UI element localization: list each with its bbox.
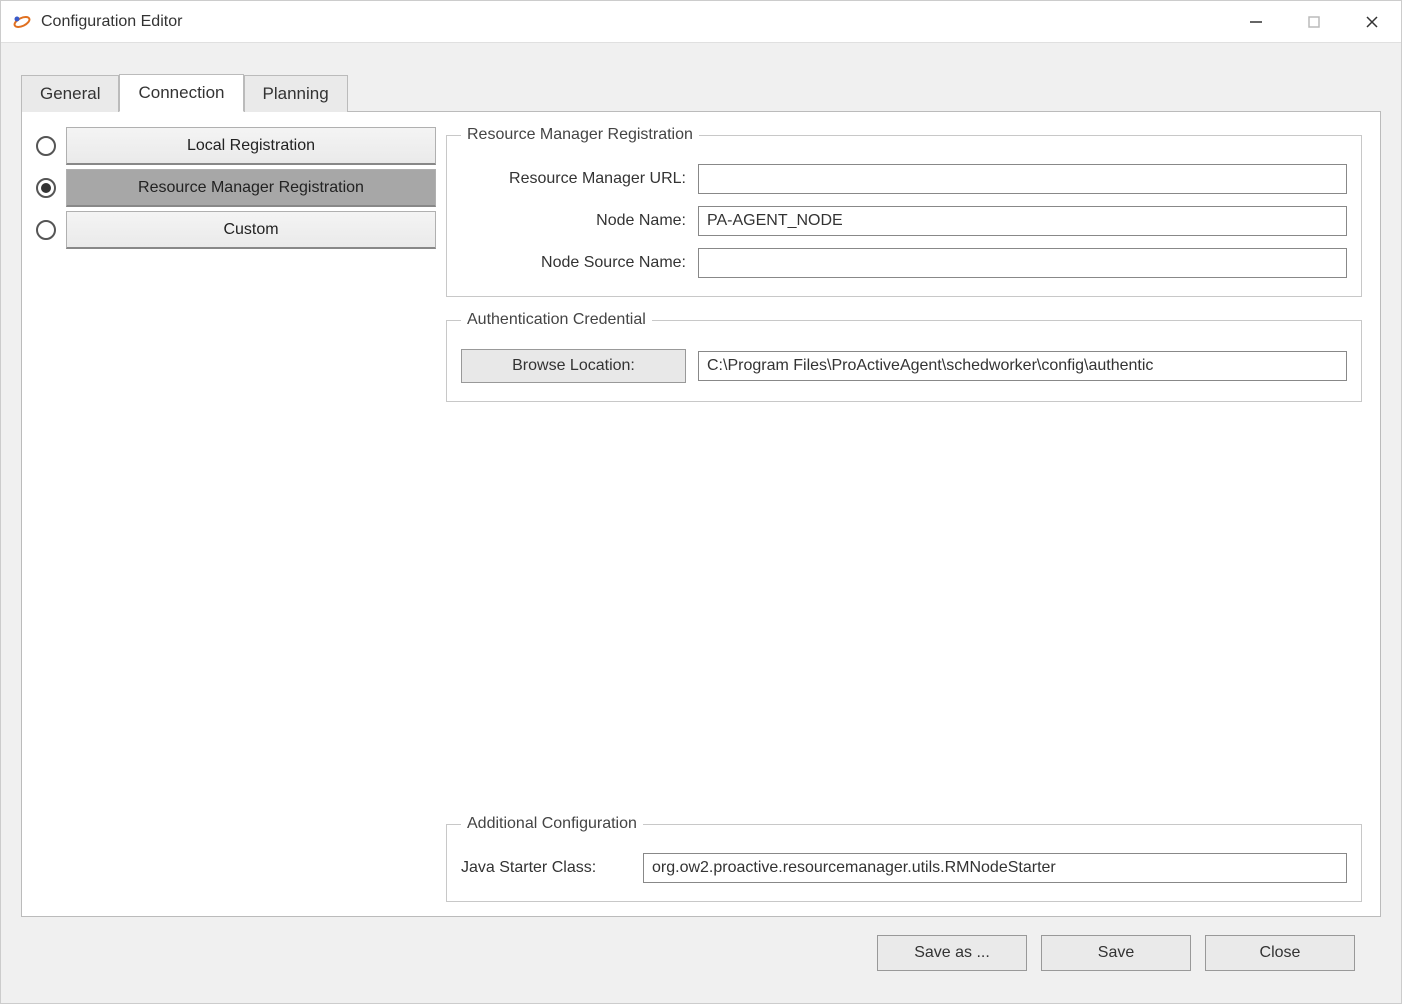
input-node-name[interactable]	[698, 206, 1347, 236]
input-rm-url[interactable]	[698, 164, 1347, 194]
input-node-source[interactable]	[698, 248, 1347, 278]
option-rm-registration: Resource Manager Registration	[36, 168, 436, 208]
additional-config-legend: Additional Configuration	[461, 815, 643, 833]
radio-rm[interactable]	[36, 178, 56, 198]
label-java-starter: Java Starter Class:	[461, 859, 631, 877]
tab-planning[interactable]: Planning	[244, 75, 348, 112]
radio-rm-checked-icon	[41, 183, 51, 193]
spacer	[446, 416, 1362, 801]
label-rm-url: Resource Manager URL:	[461, 170, 686, 188]
row-browse-location: Browse Location:	[461, 349, 1347, 383]
minimize-button[interactable]	[1227, 1, 1285, 42]
close-dialog-button[interactable]: Close	[1205, 935, 1355, 971]
tabs-row: General Connection Planning	[21, 73, 1381, 111]
radio-local[interactable]	[36, 136, 56, 156]
tab-general[interactable]: General	[21, 75, 119, 112]
connection-settings: Resource Manager Registration Resource M…	[446, 126, 1362, 902]
window-title: Configuration Editor	[41, 13, 182, 31]
input-credential-path[interactable]	[698, 351, 1347, 381]
maximize-button[interactable]	[1285, 1, 1343, 42]
option-btn-local[interactable]: Local Registration	[66, 127, 436, 165]
label-node-name: Node Name:	[461, 212, 686, 230]
button-bar: Save as ... Save Close	[21, 917, 1381, 993]
rm-registration-group: Resource Manager Registration Resource M…	[446, 126, 1362, 297]
connection-type-list: Local Registration Resource Manager Regi…	[36, 126, 436, 902]
row-java-starter: Java Starter Class:	[461, 853, 1347, 883]
connection-panel: Local Registration Resource Manager Regi…	[21, 111, 1381, 917]
label-node-source: Node Source Name:	[461, 254, 686, 272]
row-node-source: Node Source Name:	[461, 248, 1347, 278]
option-local-registration: Local Registration	[36, 126, 436, 166]
row-node-name: Node Name:	[461, 206, 1347, 236]
close-button[interactable]	[1343, 1, 1401, 42]
auth-credential-legend: Authentication Credential	[461, 311, 652, 329]
auth-credential-group: Authentication Credential Browse Locatio…	[446, 311, 1362, 402]
option-custom: Custom	[36, 210, 436, 250]
option-btn-custom[interactable]: Custom	[66, 211, 436, 249]
tab-connection[interactable]: Connection	[119, 74, 243, 112]
save-as-button[interactable]: Save as ...	[877, 935, 1027, 971]
content-area: General Connection Planning Local Regist…	[1, 43, 1401, 1003]
browse-location-button[interactable]: Browse Location:	[461, 349, 686, 383]
rm-registration-legend: Resource Manager Registration	[461, 126, 699, 144]
window-controls	[1227, 1, 1401, 42]
row-rm-url: Resource Manager URL:	[461, 164, 1347, 194]
titlebar: Configuration Editor	[1, 1, 1401, 43]
input-java-starter[interactable]	[643, 853, 1347, 883]
save-button[interactable]: Save	[1041, 935, 1191, 971]
option-btn-rm[interactable]: Resource Manager Registration	[66, 169, 436, 207]
app-icon	[13, 13, 31, 31]
config-editor-window: Configuration Editor General Connection …	[0, 0, 1402, 1004]
additional-config-group: Additional Configuration Java Starter Cl…	[446, 815, 1362, 902]
radio-custom[interactable]	[36, 220, 56, 240]
